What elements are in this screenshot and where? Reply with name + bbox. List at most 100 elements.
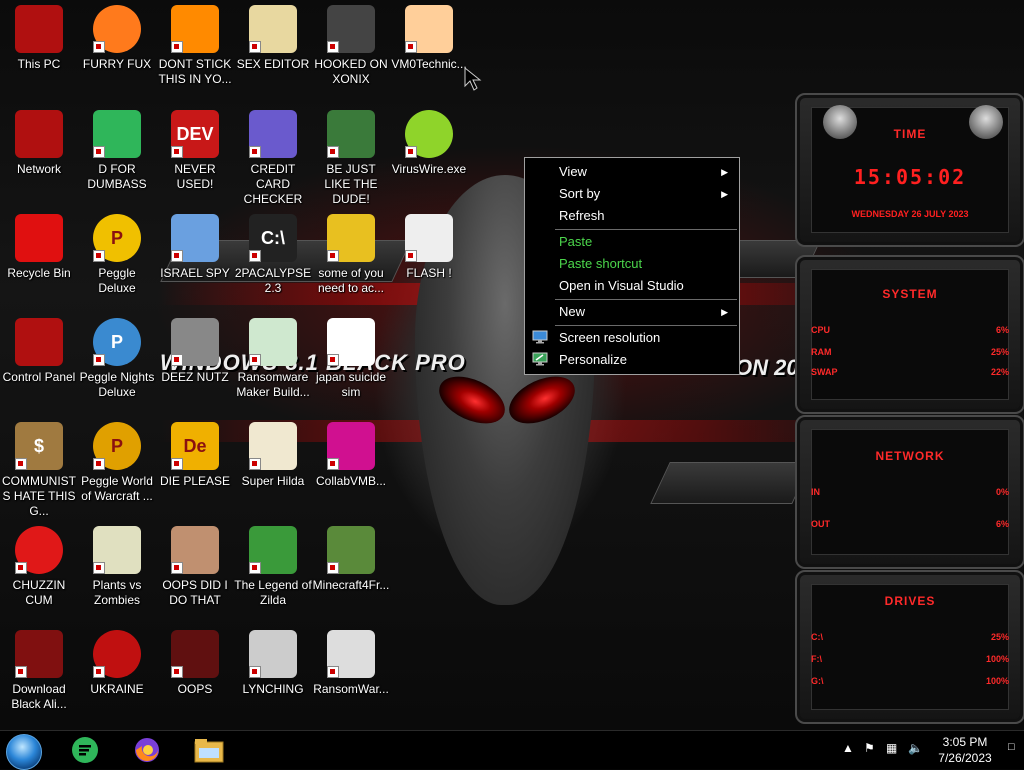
shortcut-arrow-icon [171, 666, 183, 678]
network-tray-icon[interactable]: ▦ [886, 741, 900, 755]
shortcut-arrow-icon [93, 41, 105, 53]
hxd-icon [249, 5, 297, 53]
shortcut-arrow-icon [327, 562, 339, 574]
desktop-icon[interactable]: DEEZ NUTZ [156, 318, 234, 385]
desktop-icon[interactable]: Minecraft4Fr... [312, 526, 390, 593]
desktop-icon[interactable]: $ COMMUNISTS HATE THIS G... [0, 422, 78, 519]
desktop-icon[interactable]: CHUZZIN CUM [0, 526, 78, 608]
show-hidden-icons-icon[interactable]: ▲ [842, 741, 856, 755]
desktop-icon-label: ISRAEL SPY [160, 266, 230, 280]
desktop-icon[interactable]: FLASH ! [390, 214, 468, 281]
desktop-icon[interactable]: OOPS [156, 630, 234, 697]
desktop-icon[interactable]: Download Black Ali... [0, 630, 78, 712]
desktop-icon-label: VirusWire.exe [391, 162, 467, 176]
alienware-icon [171, 630, 219, 678]
start-button[interactable] [6, 734, 42, 770]
menu-item-screen-resolution[interactable]: Screen resolution [526, 327, 738, 349]
shortcut-arrow-icon [93, 666, 105, 678]
desktop-icon[interactable]: CollabVMB... [312, 422, 390, 489]
cpu-value: 6% [995, 325, 1009, 335]
menu-item-open-in-visual-studio[interactable]: Open in Visual Studio [526, 275, 738, 297]
menu-item-refresh[interactable]: Refresh [526, 205, 738, 227]
desktop-icon[interactable]: P Peggle Deluxe [78, 214, 156, 296]
shortcut-arrow-icon [327, 146, 339, 158]
menu-item-personalize[interactable]: Personalize [526, 349, 738, 371]
action-center-flag-icon[interactable]: ⚑ [864, 741, 878, 755]
peggle-wow-icon: P [93, 422, 141, 470]
desktop-icon[interactable]: Recycle Bin [0, 214, 78, 281]
desktop-icon-label: japan suicide sim [315, 370, 387, 399]
desktop-icon-label: DEEZ NUTZ [161, 370, 229, 384]
desktop-icon[interactable]: UKRAINE [78, 630, 156, 697]
desktop-icon[interactable]: DEV NEVER USED! [156, 110, 234, 192]
desktop-icon[interactable]: CREDIT CARD CHECKER [234, 110, 312, 207]
doctor-icon [405, 5, 453, 53]
dude-icon [327, 110, 375, 158]
menu-item-paste[interactable]: Paste [526, 231, 738, 253]
menu-item-paste-shortcut[interactable]: Paste shortcut [526, 253, 738, 275]
menu-item-new[interactable]: New ▶ [526, 301, 738, 323]
taskbar-pinned-app[interactable] [68, 734, 102, 766]
menu-item-sort-by[interactable]: Sort by ▶ [526, 183, 738, 205]
desktop-icon[interactable]: VM0Technic... [390, 5, 468, 72]
desktop-icon[interactable]: The Legend of Zilda [234, 526, 312, 608]
shortcut-arrow-icon [93, 562, 105, 574]
taskbar-pinned-app[interactable] [192, 734, 226, 766]
desktop-icon[interactable]: P Peggle Nights Deluxe [78, 318, 156, 400]
dev-cpp-icon: DEV [171, 110, 219, 158]
pixel-game-icon [249, 422, 297, 470]
desktop-icon[interactable]: SEX EDITOR [234, 5, 312, 72]
shortcut-arrow-icon [15, 562, 27, 574]
desktop-icon[interactable]: OOPS DID I DO THAT [156, 526, 234, 608]
desktop-icon-label: This PC [17, 57, 61, 71]
notification-icon[interactable]: □ [1008, 741, 1022, 755]
desktop-icon-label: FLASH ! [406, 266, 452, 280]
desktop-icon[interactable]: Network [0, 110, 78, 177]
taskbar-pinned-app[interactable] [130, 734, 164, 766]
gadget-drives: DRIVES C:\ 25% F:\ 100% G:\ 100% [795, 570, 1024, 724]
desktop-icon[interactable]: C:\ 2PACALYPSE 2.3 [234, 214, 312, 296]
taskbar-clock[interactable]: 3:05 PM 7/26/2023 [930, 734, 1000, 766]
menu-item-label: Personalize [559, 352, 627, 367]
desktop-icon[interactable]: japan suicide sim [312, 318, 390, 400]
radiation-icon [93, 630, 141, 678]
collabvm-icon [327, 422, 375, 470]
desktop-icon[interactable]: VirusWire.exe [390, 110, 468, 177]
desktop-icon[interactable]: DONT STICK THIS IN YO... [156, 5, 234, 87]
volume-icon[interactable]: 🔈 [908, 741, 923, 755]
gadget-system: SYSTEM CPU 6% RAM 25% SWAP 22% [795, 255, 1024, 414]
alien-eye [501, 367, 583, 433]
shortcut-arrow-icon [405, 146, 417, 158]
desktop-icon-label: Download Black Ali... [11, 682, 67, 711]
desktop-icon[interactable]: RansomWar... [312, 630, 390, 697]
desktop-icon-label: Recycle Bin [7, 266, 71, 280]
desktop-icon[interactable]: D FOR DUMBASS [78, 110, 156, 192]
desktop-icon[interactable]: P Peggle World of Warcraft ... [78, 422, 156, 504]
desktop-icon[interactable]: BE JUST LIKE THE DUDE! [312, 110, 390, 207]
shortcut-arrow-icon [249, 41, 261, 53]
desktop-icon[interactable]: ISRAEL SPY [156, 214, 234, 281]
desktop-icon[interactable]: LYNCHING [234, 630, 312, 697]
desktop-icon[interactable]: some of you need to ac... [312, 214, 390, 296]
desktop-icon-label: OOPS DID I DO THAT [162, 578, 228, 607]
shortcut-arrow-icon [249, 666, 261, 678]
shortcut-arrow-icon [171, 354, 183, 366]
desktop-icon[interactable]: FURRY FUX [78, 5, 156, 72]
menu-item-label: Paste [559, 234, 593, 249]
desktop-icon-label: 2PACALYPSE 2.3 [234, 266, 312, 295]
desktop-icon-label: The Legend of Zilda [234, 578, 312, 607]
desktop-icon-label: RansomWar... [313, 682, 389, 696]
submenu-arrow-icon: ▶ [721, 167, 728, 177]
menu-item-view[interactable]: View ▶ [526, 161, 738, 183]
gadget-drives-title: DRIVES [884, 594, 936, 608]
shortcut-arrow-icon [93, 250, 105, 262]
desktop-icon[interactable]: Control Panel [0, 318, 78, 385]
desktop-icon-label: Network [16, 162, 61, 176]
desktop-icon[interactable]: This PC [0, 5, 78, 72]
desktop-icon[interactable]: Plants vs Zombies [78, 526, 156, 608]
windows-stack-icon [171, 318, 219, 366]
desktop-icon[interactable]: Super Hilda [234, 422, 312, 489]
desktop-icon[interactable]: De DIE PLEASE [156, 422, 234, 489]
desktop-icon[interactable]: Ransomware Maker Build... [234, 318, 312, 400]
desktop-icon[interactable]: HOOKED ON XONIX [312, 5, 390, 87]
